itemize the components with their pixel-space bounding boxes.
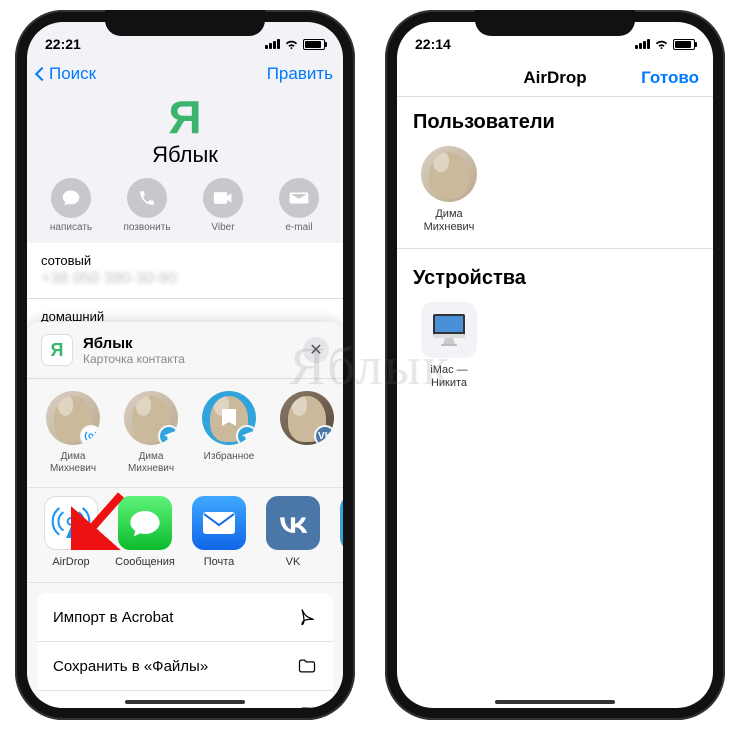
- imac-icon: [421, 302, 477, 358]
- messages-icon: [118, 496, 172, 550]
- airdrop-icon: [44, 496, 98, 550]
- device-name: iMac — Никита: [413, 364, 485, 390]
- wifi-icon: [284, 38, 299, 50]
- divider: [397, 248, 713, 249]
- action-viber[interactable]: Viber: [194, 178, 252, 233]
- users-grid: Дима Михневич: [397, 142, 713, 244]
- action-call[interactable]: позвонить: [118, 178, 176, 233]
- share-targets-row[interactable]: Дима Михневич Дима Михневич: [27, 379, 343, 487]
- action-label: Импорт в Acrobat: [53, 609, 173, 626]
- edit-button[interactable]: Править: [267, 64, 333, 84]
- telegram-badge-icon: [236, 425, 256, 445]
- app-vk[interactable]: VK: [263, 496, 323, 568]
- vk-icon: [266, 496, 320, 550]
- field-value: +38 050 390-30-90: [41, 270, 329, 288]
- field-mobile[interactable]: сотовый +38 050 390-30-90: [27, 243, 343, 299]
- notch: [105, 10, 265, 36]
- back-button[interactable]: Поиск: [37, 64, 96, 84]
- done-button[interactable]: Готово: [641, 68, 699, 88]
- video-icon: [203, 178, 243, 218]
- avatar: [124, 391, 178, 445]
- nav-bar: AirDrop Готово: [397, 58, 713, 97]
- avatar: [421, 146, 477, 202]
- share-apps-row[interactable]: AirDrop Сообщения Почта: [27, 487, 343, 583]
- sheet-title: Яблык: [83, 335, 185, 352]
- action-save-files[interactable]: Сохранить в «Файлы»: [37, 642, 333, 691]
- contact-logo: Я: [27, 94, 343, 140]
- home-indicator[interactable]: [495, 700, 615, 704]
- action-label: e-mail: [270, 222, 328, 233]
- share-target[interactable]: Дима Михневич: [41, 391, 105, 475]
- telegram-icon: [340, 496, 343, 550]
- share-target[interactable]: Дима Михневич: [119, 391, 183, 475]
- app-label: VK: [263, 556, 323, 568]
- message-icon: [51, 178, 91, 218]
- section-devices-title: Устройства: [397, 253, 713, 298]
- airdrop-device[interactable]: iMac — Никита: [413, 302, 485, 390]
- wifi-icon: [654, 38, 669, 50]
- status-time: 22:14: [415, 36, 451, 52]
- app-mail[interactable]: Почта: [189, 496, 249, 568]
- chevron-left-icon: [35, 67, 49, 81]
- section-users-title: Пользователи: [397, 97, 713, 142]
- user-name: Дима Михневич: [413, 208, 485, 234]
- home-indicator[interactable]: [125, 700, 245, 704]
- documents-icon: [297, 705, 317, 708]
- airdrop-badge-icon: [80, 425, 100, 445]
- folder-icon: [297, 656, 317, 676]
- acrobat-icon: [297, 607, 317, 627]
- avatar: [46, 391, 100, 445]
- action-label: позвонить: [118, 222, 176, 233]
- vk-badge-icon: VK: [314, 425, 334, 445]
- signal-icon: [635, 39, 650, 49]
- status-time: 22:21: [45, 36, 81, 52]
- action-email[interactable]: e-mail: [270, 178, 328, 233]
- app-label: Te: [337, 556, 343, 568]
- app-messages[interactable]: Сообщения: [115, 496, 175, 568]
- share-sheet: Я Яблык Карточка контакта ✕ Дима Михневи…: [27, 322, 343, 708]
- phone-icon: [127, 178, 167, 218]
- telegram-badge-icon: [158, 425, 178, 445]
- avatar: [202, 391, 256, 445]
- app-airdrop[interactable]: AirDrop: [41, 496, 101, 568]
- sheet-app-icon: Я: [41, 334, 73, 366]
- nav-bar: Поиск Править: [27, 58, 343, 88]
- back-label: Поиск: [49, 64, 96, 84]
- share-target-name: Дима Михневич: [41, 451, 105, 475]
- phone-frame-left: 22:21 Поиск Править Я Яблык написать: [15, 10, 355, 720]
- action-label: Скопировать в Documents: [53, 707, 235, 709]
- airdrop-user[interactable]: Дима Михневич: [413, 146, 485, 234]
- share-target-name: Избранное: [197, 451, 261, 463]
- devices-grid: iMac — Никита: [397, 298, 713, 400]
- phone-frame-right: 22:14 AirDrop Готово Пользователи Дима М…: [385, 10, 725, 720]
- share-target[interactable]: VK: [275, 391, 339, 475]
- action-import-acrobat[interactable]: Импорт в Acrobat: [37, 593, 333, 642]
- app-label: AirDrop: [41, 556, 101, 568]
- app-label: Почта: [189, 556, 249, 568]
- battery-icon: [303, 39, 325, 50]
- share-actions-list: Импорт в Acrobat Сохранить в «Файлы» Ско…: [37, 593, 333, 708]
- mail-app-icon: [192, 496, 246, 550]
- contact-header: Я Яблык написать позвонить Viber e-mail: [27, 88, 343, 243]
- share-target-name: Дима Михневич: [119, 451, 183, 475]
- signal-icon: [265, 39, 280, 49]
- avatar: VK: [280, 391, 334, 445]
- field-label: сотовый: [41, 253, 329, 268]
- contact-name: Яблык: [27, 142, 343, 168]
- notch: [475, 10, 635, 36]
- action-label: написать: [42, 222, 100, 233]
- action-message[interactable]: написать: [42, 178, 100, 233]
- action-label: Сохранить в «Файлы»: [53, 658, 208, 675]
- sheet-subtitle: Карточка контакта: [83, 352, 185, 366]
- close-button[interactable]: ✕: [303, 337, 329, 363]
- mail-icon: [279, 178, 319, 218]
- battery-icon: [673, 39, 695, 50]
- share-target[interactable]: Избранное: [197, 391, 261, 475]
- app-telegram[interactable]: Te: [337, 496, 343, 568]
- app-label: Сообщения: [115, 556, 175, 568]
- action-label: Viber: [194, 222, 252, 233]
